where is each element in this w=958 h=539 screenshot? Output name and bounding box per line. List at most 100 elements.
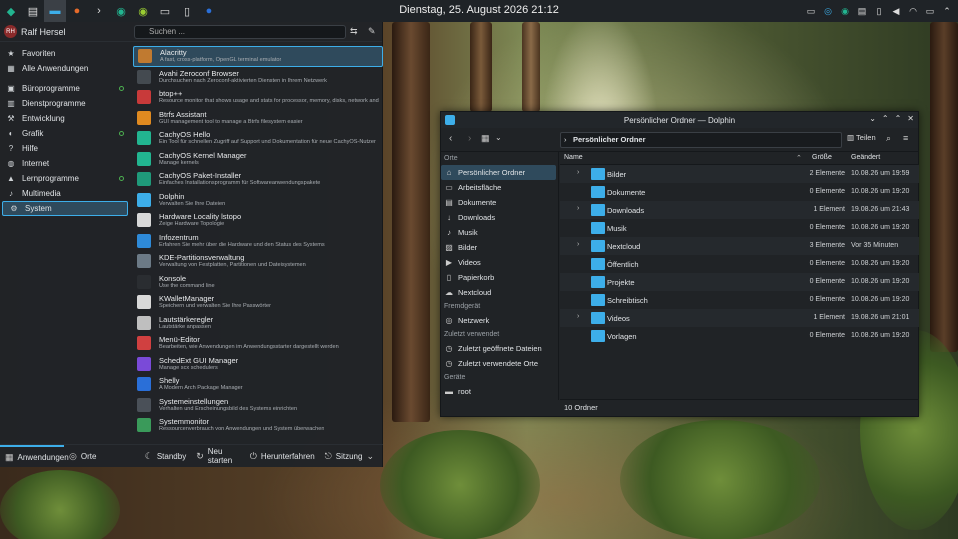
dolphin-taskbar-icon[interactable]: ▬ [44,0,66,22]
app-item[interactable]: Btrfs Assistant GUI management tool to ma… [133,108,383,129]
table-row[interactable]: Schreibtisch 0 Elemente 10.08.26 um 19:20 [560,291,919,309]
app-item[interactable]: SchedExt GUI Manager Manage scx scheduler… [133,354,383,375]
sort-ascending-icon[interactable]: ⌃ [796,154,802,162]
files-icon[interactable]: ▭ [154,0,176,22]
place-item[interactable]: ♪ Musik [441,225,558,240]
place-item[interactable]: ◷ Zuletzt verwendete Orte [441,356,558,371]
breadcrumb[interactable]: › Persönlicher Ordner [560,132,842,148]
shelly-icon[interactable]: ● [198,0,220,22]
category-4[interactable]: ⚒ Entwicklung [0,111,130,126]
table-row[interactable]: Öffentlich 0 Elemente 10.08.26 um 19:20 [560,255,919,273]
app-item[interactable]: btop++ Resource monitor that shows usage … [133,87,383,108]
table-row[interactable]: Vorlagen 0 Elemente 10.08.26 um 19:20 [560,327,919,345]
app-item[interactable]: CachyOS Paket-Installer Einfaches Install… [133,169,383,190]
place-item[interactable]: ▶ Videos [441,255,558,270]
app-item[interactable]: CachyOS Hello Ein Tool für schnellen Zugr… [133,128,383,149]
category-10[interactable]: ⚙ System [2,201,128,216]
app-item[interactable]: Lautstärkeregler Lautstärke anpassen [133,313,383,334]
column-name[interactable]: Name [564,154,583,161]
table-row[interactable]: › Videos 1 Element 19.08.26 um 21:01 [560,309,919,327]
table-row[interactable]: Projekte 0 Elemente 10.08.26 um 19:20 [560,273,919,291]
update-icon[interactable]: ◉ [838,4,852,18]
system-settings-icon[interactable]: ▤ [22,0,44,22]
app-item[interactable]: Systemmonitor Ressourcenverbrauch von Anw… [133,415,383,436]
app-item[interactable]: Systemeinstellungen Verhalten und Erschei… [133,395,383,416]
place-item[interactable]: ▯ Papierkorb [441,270,558,285]
avatar[interactable]: RH [4,25,17,38]
configure-icon[interactable]: ⇆ [350,26,358,37]
column-modified[interactable]: Geändert [851,154,880,161]
maximize-icon[interactable]: ⌃ [895,114,902,123]
expand-chevron-icon[interactable]: › [577,169,579,176]
minimize-icon[interactable]: ⌃ [882,114,889,123]
expand-chevron-icon[interactable]: › [577,205,579,212]
place-item[interactable]: ☁ Nextcloud [441,285,558,300]
tab-places[interactable]: ◎ Orte [64,445,140,468]
view-mode-chevron-icon[interactable]: ⌄ [495,133,502,142]
nextcloud-tray-icon[interactable]: ◎ [821,4,835,18]
table-row[interactable]: › Nextcloud 3 Elemente Vor 35 Minuten [560,237,919,255]
app-item[interactable]: KDE-Partitionsverwaltung Verwaltung von F… [133,251,383,272]
place-item[interactable]: ▨ Bilder [441,240,558,255]
category-1[interactable]: ▦ Alle Anwendungen [0,61,130,76]
battery-icon[interactable]: ▭ [923,4,937,18]
forward-icon[interactable]: › [468,133,471,144]
category-2[interactable]: ▣ Büroprogramme [0,81,130,96]
table-row[interactable]: Musik 0 Elemente 10.08.26 um 19:20 [560,219,919,237]
column-size[interactable]: Größe [812,154,832,161]
app-item[interactable]: Alacritty A fast, cross-platform, OpenGL … [133,46,383,67]
close-icon[interactable]: ✕ [907,114,914,123]
session-button[interactable]: ⎋ Sitzung ⌄ [320,445,383,468]
volume-icon[interactable]: ◀ [889,4,903,18]
app-item[interactable]: KWalletManager Speichern und verwalten Si… [133,292,383,313]
window-titlebar[interactable]: Persönlicher Ordner — Dolphin ⌄ ⌃ ⌃ ✕ [441,112,918,128]
keep-above-icon[interactable]: ⌄ [869,114,876,123]
back-icon[interactable]: ‹ [449,133,452,144]
breadcrumb-home[interactable]: Persönlicher Ordner [573,135,646,144]
category-0[interactable]: ★ Favoriten [0,46,130,61]
expand-chevron-icon[interactable]: › [577,241,579,248]
firefox-icon[interactable]: ● [66,0,88,22]
cachyos-hello-icon[interactable]: ◉ [110,0,132,22]
place-item[interactable]: ↓ Downloads [441,210,558,225]
clock[interactable]: Dienstag, 25. August 2026 21:12 [389,4,569,16]
app-item[interactable]: Konsole Use the command line [133,272,383,293]
hamburger-menu-icon[interactable]: ≡ [903,133,908,143]
app-item[interactable]: Dolphin Verwalten Sie Ihre Dateien [133,190,383,211]
tab-applications[interactable]: ▦ Anwendungen [0,444,69,468]
split-button[interactable]: ▥ Teilen [847,133,876,142]
restart-button[interactable]: ↻ Neu starten [191,445,245,468]
view-mode-icon[interactable]: ▦ [481,133,490,144]
cachyos-menu-icon[interactable]: ◆ [0,0,22,22]
category-7[interactable]: ◍ Internet [0,156,130,171]
place-item[interactable]: ▭ Arbeitsfläche [441,180,558,195]
app-item[interactable]: Avahi Zeroconf Browser Durchsuchen nach Z… [133,67,383,88]
category-5[interactable]: ◐ Grafik [0,126,130,141]
document-icon[interactable]: ▯ [176,0,198,22]
search-input[interactable]: Suchen ... [134,25,346,39]
expand-chevron-icon[interactable]: › [577,313,579,320]
search-icon[interactable]: ⌕ [886,133,891,144]
clipboard-icon[interactable]: ▤ [855,4,869,18]
category-9[interactable]: ♪ Multimedia [0,186,130,201]
terminal-icon[interactable]: › [88,0,110,22]
kde-connect-icon[interactable]: ▯ [872,4,886,18]
table-row[interactable]: › Downloads 1 Element 19.08.26 um 21:43 [560,201,919,219]
place-item[interactable]: ▤ Dokumente [441,195,558,210]
place-item[interactable]: ▬ root [441,384,558,399]
expand-tray-icon[interactable]: ⌃ [940,4,954,18]
app-item[interactable]: Hardware Locality lstopo Zeige Hardware T… [133,210,383,231]
table-row[interactable]: Dokumente 0 Elemente 10.08.26 um 19:20 [560,183,919,201]
category-8[interactable]: ▲ Lernprogramme [0,171,130,186]
wifi-icon[interactable]: ◠ [906,4,920,18]
app-item[interactable]: Shelly A Modern Arch Package Manager [133,374,383,395]
place-item[interactable]: ◷ Zuletzt geöffnete Dateien [441,341,558,356]
app-item[interactable]: CachyOS Kernel Manager Manage kernels [133,149,383,170]
place-item[interactable]: ⌂ Persönlicher Ordner [441,165,556,180]
standby-button[interactable]: ☾ Standby [140,445,191,468]
place-item[interactable]: ◎ Netzwerk [441,313,558,328]
category-3[interactable]: ▥ Dienstprogramme [0,96,130,111]
pin-icon[interactable]: ✎ [368,26,376,37]
table-row[interactable]: › Bilder 2 Elemente 10.08.26 um 19:59 [560,165,919,183]
app-item[interactable]: Infozentrum Erfahren Sie mehr über die Ha… [133,231,383,252]
